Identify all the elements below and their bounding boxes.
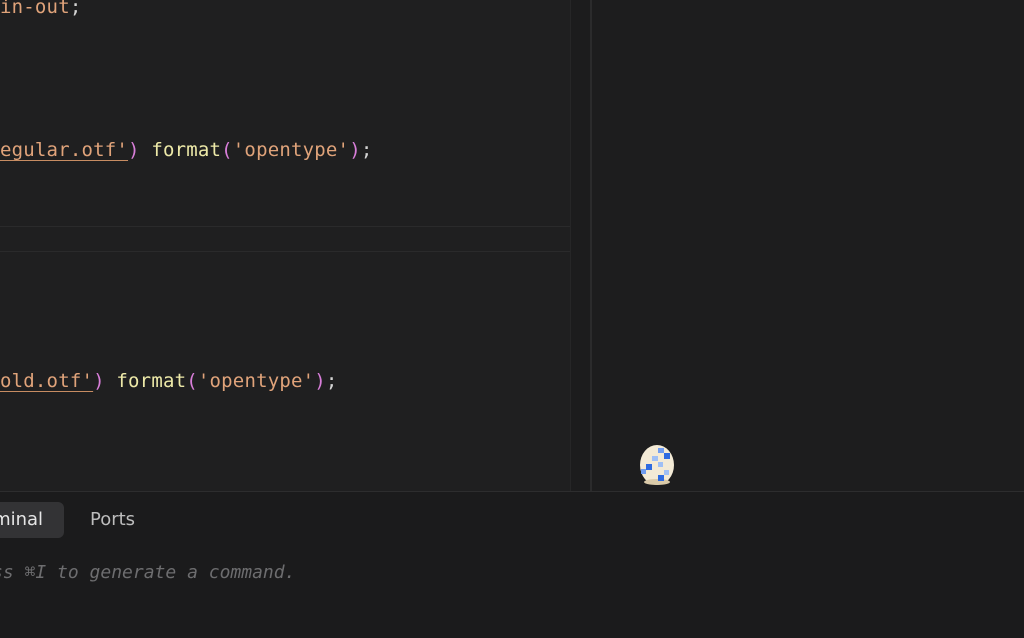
code-token-function: format [151, 139, 222, 161]
code-token-string: 'opentype' [232, 139, 350, 161]
code-token-url: old.otf' [0, 370, 94, 392]
code-token-paren: ( [221, 139, 233, 161]
code-token-semicolon: ; [69, 0, 82, 18]
code-token-string: 'opentype' [197, 370, 315, 392]
pixel-egg-icon[interactable] [638, 442, 676, 486]
app-window: in-out; egular.otf') format('opentype');… [0, 0, 1024, 638]
terminal-input-placeholder[interactable]: ss ⌘I to generate a command. [0, 562, 295, 583]
code-line[interactable]: in-out; [0, 0, 81, 18]
code-token-function: format [116, 370, 187, 392]
code-token-paren: ) [349, 139, 361, 161]
code-token-paren: ( [186, 370, 198, 392]
code-token-paren: ) [128, 139, 140, 161]
current-line-highlight [0, 226, 570, 252]
code-token-value: in-out [0, 0, 70, 18]
code-line[interactable]: egular.otf') format('opentype'); [0, 139, 372, 161]
code-token-semicolon: ; [325, 370, 338, 392]
tab-ports[interactable]: Ports [90, 502, 135, 538]
code-token-semicolon: ; [360, 139, 373, 161]
editor-scrollbar[interactable] [570, 0, 591, 491]
code-line[interactable]: old.otf') format('opentype'); [0, 370, 338, 392]
code-token-paren: ) [314, 370, 326, 392]
side-pane [592, 0, 1024, 491]
code-token-url: egular.otf' [0, 139, 129, 161]
tab-terminal[interactable]: rminal [0, 502, 64, 538]
code-editor[interactable]: in-out; egular.otf') format('opentype');… [0, 0, 570, 491]
code-token-paren: ) [93, 370, 105, 392]
bottom-panel: rminal Ports ss ⌘I to generate a command… [0, 491, 1024, 638]
